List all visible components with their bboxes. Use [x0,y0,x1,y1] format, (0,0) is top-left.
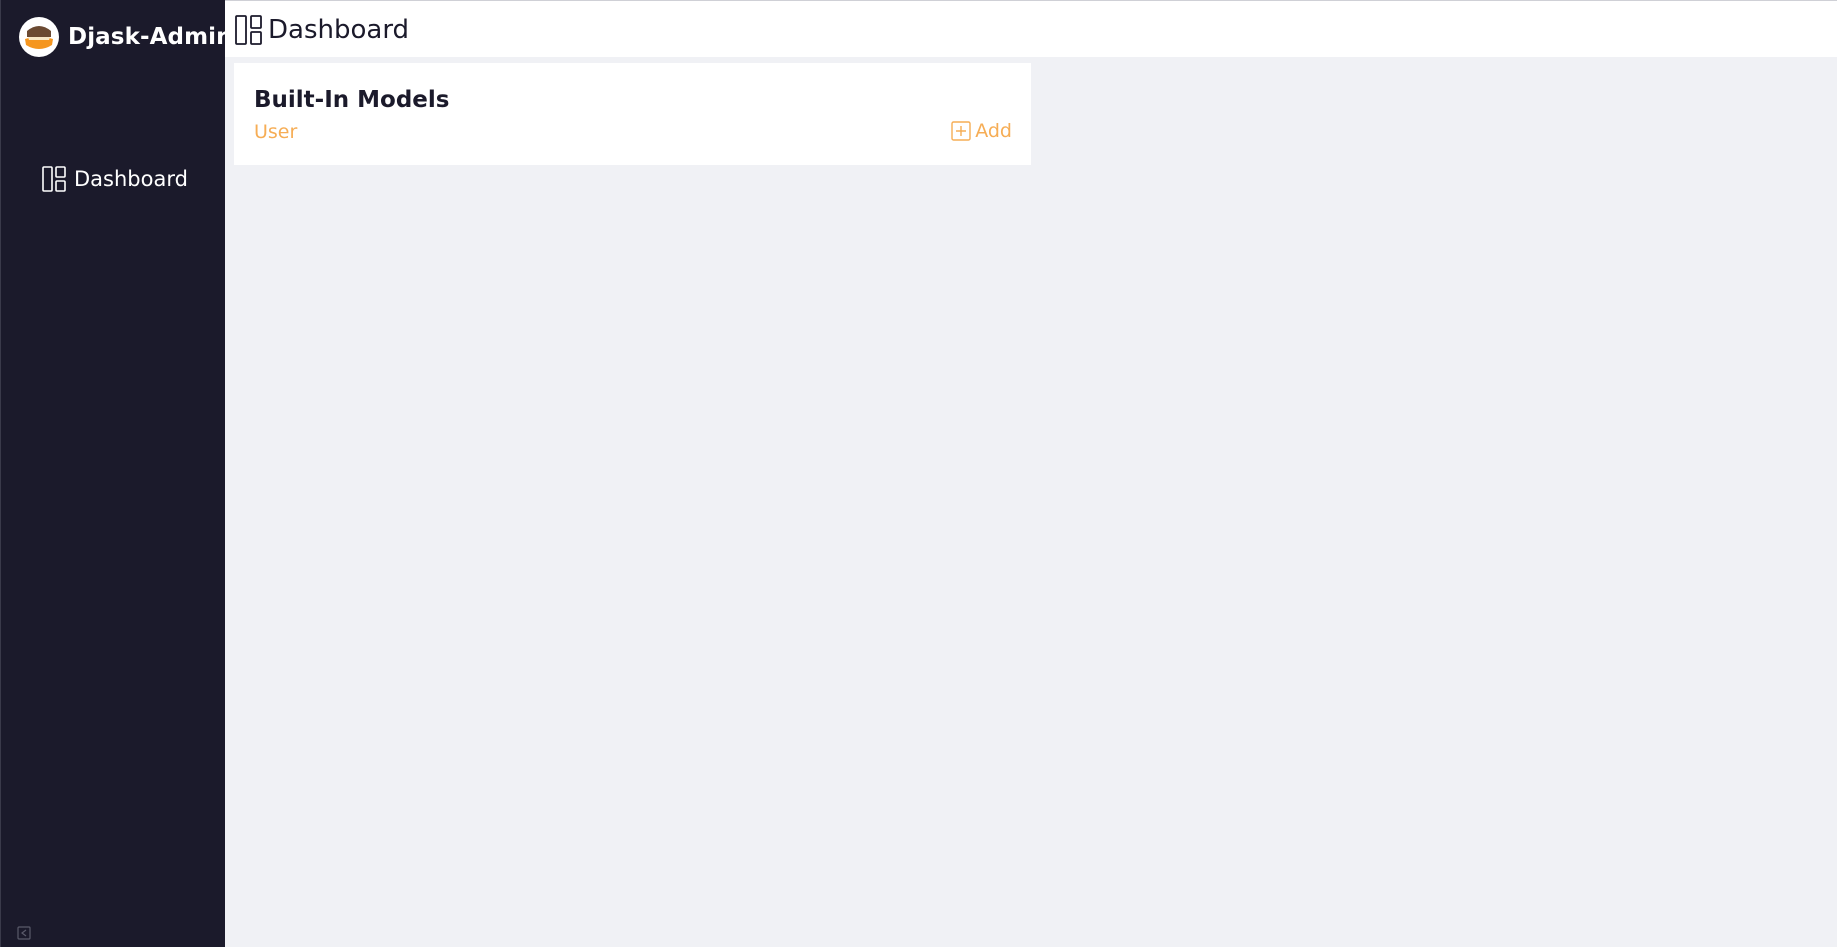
sidebar-item-label: Dashboard [74,167,188,191]
built-in-models-card: Built-In Models User Add [234,63,1031,165]
collapse-icon[interactable] [17,926,31,940]
brand[interactable]: Djask-Admin [19,17,233,57]
brand-title: Djask-Admin [68,24,233,50]
sidebar-item-dashboard[interactable]: Dashboard [42,164,188,194]
card-title: Built-In Models [254,87,450,113]
plus-square-icon [951,121,971,141]
page-title: Dashboard [235,14,409,46]
app-window: Djask-Admin Dashboard Dashboard Built-In… [0,0,1837,947]
dashboard-icon [235,15,262,45]
add-button-label: Add [975,120,1012,142]
topbar: Dashboard [225,0,1837,57]
sidebar: Djask-Admin Dashboard [0,0,233,947]
model-link-user[interactable]: User [254,121,297,143]
djask-logo-icon [19,17,59,57]
dashboard-icon [42,166,66,192]
add-user-button[interactable]: Add [951,120,1012,142]
page-title-label: Dashboard [268,15,410,45]
